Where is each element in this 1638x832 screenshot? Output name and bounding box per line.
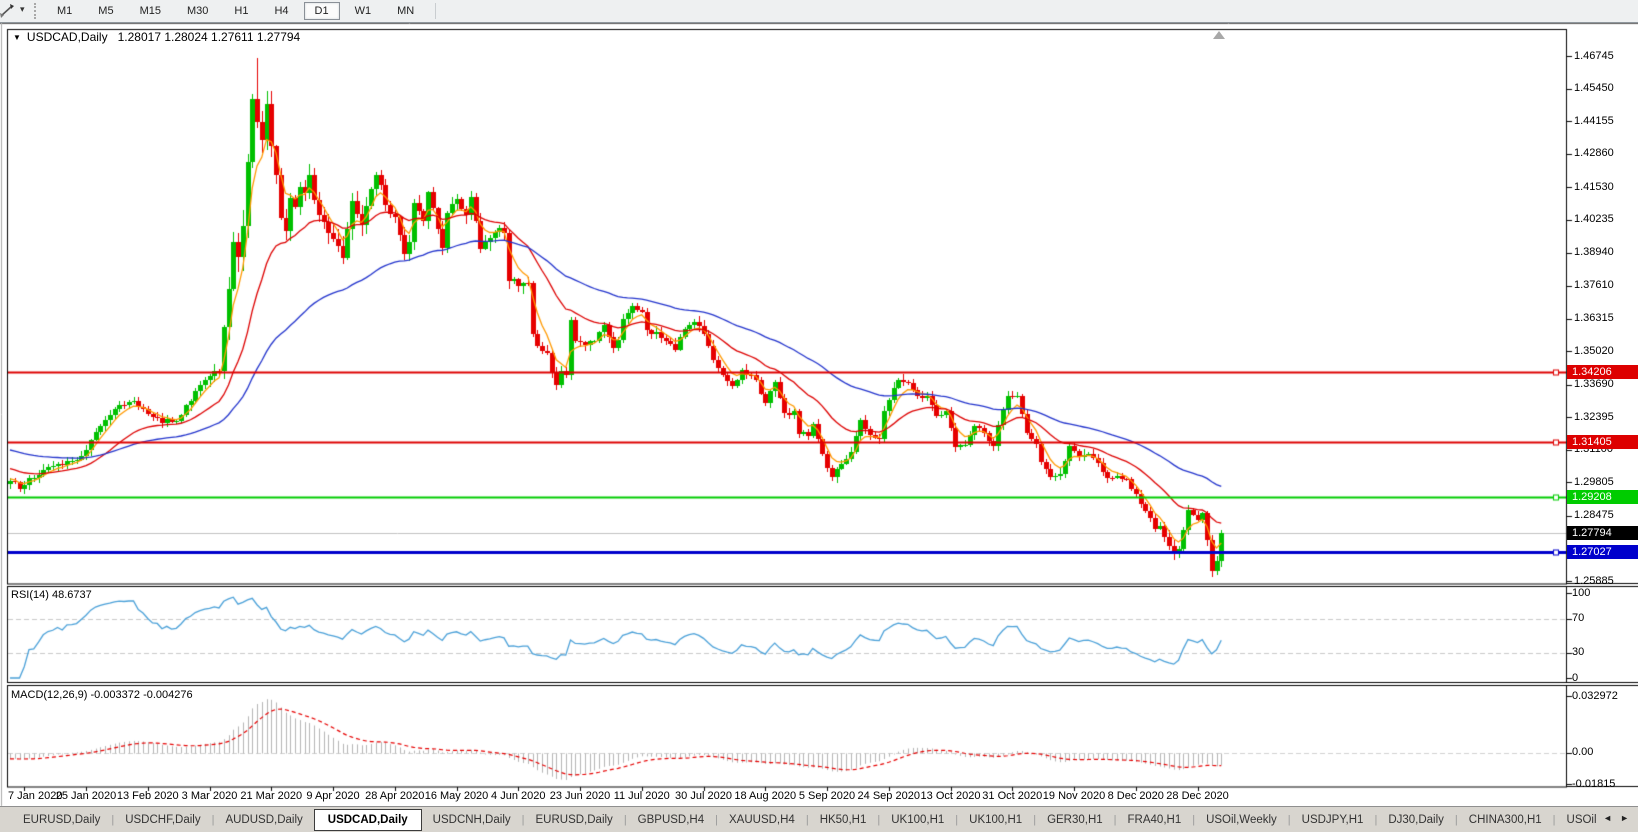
toolbar-separator [435,3,437,19]
timeframe-button-M5[interactable]: M5 [87,2,124,20]
chart-canvas[interactable] [0,0,1638,832]
timeframe-toolbar: ▾ M1 M5 M15 M30 H1 H4 D1 W1 MN [0,0,1638,23]
chart-tab-usdchf-daily[interactable]: USDCHF,Daily [114,811,211,829]
chart-tab-uk100-h1[interactable]: UK100,H1 [958,811,1033,829]
chart-tab-china300-h1[interactable]: CHINA300,H1 [1458,811,1553,829]
timeframe-button-H4[interactable]: H4 [263,2,299,20]
chart-tab-bar: EURUSD,Daily | USDCHF,Daily | AUDUSD,Daily US… [0,806,1638,832]
chart-tab-usdcnh-daily[interactable]: USDCNH,Daily [422,811,522,829]
tab-scroll-left-icon[interactable]: ◄ [1603,813,1612,823]
timeframe-button-H1[interactable]: H1 [223,2,259,20]
chart-tab-eurusd-daily[interactable]: EURUSD,Daily [524,811,623,829]
timeframe-button-MN[interactable]: MN [386,2,425,20]
chart-tab-usdcad-daily[interactable]: USDCAD,Daily [313,808,422,831]
chart-tab-eurusd-daily[interactable]: EURUSD,Daily [12,811,111,829]
timeframe-button-M30[interactable]: M30 [176,2,219,20]
chart-tab-hk50-h1[interactable]: HK50,H1 [809,811,878,829]
timeframe-button-D1[interactable]: D1 [303,2,340,20]
timeframe-button-M15[interactable]: M15 [129,2,172,20]
chart-tab-fra40-h1[interactable]: FRA40,H1 [1117,811,1193,829]
chart-tab-uk100-h1[interactable]: UK100,H1 [880,811,955,829]
chart-tab-usoil-weekly[interactable]: USOil,Weekly [1195,811,1288,829]
chart-tab-usdjpy-h1[interactable]: USDJPY,H1 [1291,811,1375,829]
tab-scroll-arrows: ◄ ► [1597,810,1635,826]
chart-tab-audusd-daily[interactable]: AUDUSD,Daily [214,811,313,829]
tab-scroll-right-icon[interactable]: ► [1620,813,1629,823]
tool-dropdown-icon[interactable]: ▾ [20,4,25,15]
timeframe-button-W1[interactable]: W1 [344,2,383,20]
chart-tab-ger30-h1[interactable]: GER30,H1 [1036,811,1114,829]
toolbar-grip[interactable] [34,3,36,19]
chart-tab-xauusd-h4[interactable]: XAUUSD,H4 [718,811,806,829]
chart-tab-gbpusd-h4[interactable]: GBPUSD,H4 [627,811,715,829]
chart-tab-dj30-daily[interactable]: DJ30,Daily [1377,811,1455,829]
line-tool-icon[interactable] [0,2,16,20]
timeframe-button-M1[interactable]: M1 [46,2,83,20]
